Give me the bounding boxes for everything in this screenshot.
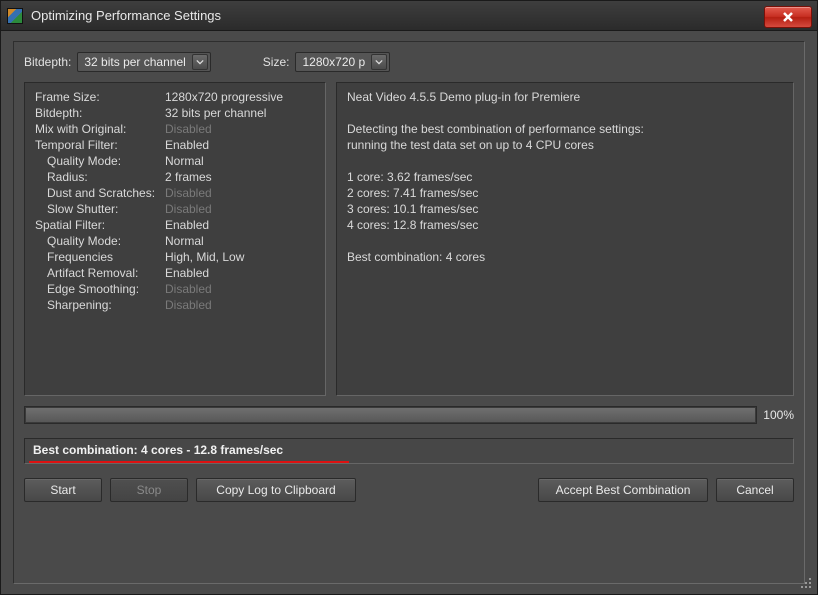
settings-value: Normal xyxy=(165,233,204,249)
chevron-down-icon xyxy=(192,54,208,70)
settings-key: Slow Shutter: xyxy=(35,201,165,217)
settings-row: Temporal Filter:Enabled xyxy=(35,137,315,153)
start-button[interactable]: Start xyxy=(24,478,102,502)
window-body: Bitdepth: 32 bits per channel Size: 1280… xyxy=(1,31,817,594)
log-line: running the test data set on up to 4 CPU… xyxy=(347,137,783,153)
settings-value: Disabled xyxy=(165,121,212,137)
button-row: Start Stop Copy Log to Clipboard Accept … xyxy=(24,478,794,502)
settings-row: Dust and Scratches:Disabled xyxy=(35,185,315,201)
settings-value: Enabled xyxy=(165,217,209,233)
settings-key: Dust and Scratches: xyxy=(35,185,165,201)
progress-row: 100% xyxy=(24,406,794,424)
window-title: Optimizing Performance Settings xyxy=(31,8,764,23)
main-frame: Bitdepth: 32 bits per channel Size: 1280… xyxy=(13,41,805,584)
settings-value: Disabled xyxy=(165,281,212,297)
settings-row: Slow Shutter:Disabled xyxy=(35,201,315,217)
bitdepth-dropdown[interactable]: 32 bits per channel xyxy=(77,52,210,72)
content-panels: Frame Size:1280x720 progressiveBitdepth:… xyxy=(24,82,794,396)
close-button[interactable] xyxy=(764,6,812,28)
settings-value: Disabled xyxy=(165,297,212,313)
settings-row: Quality Mode:Normal xyxy=(35,233,315,249)
size-label: Size: xyxy=(263,55,290,69)
bitdepth-label: Bitdepth: xyxy=(24,55,71,69)
close-icon xyxy=(782,11,794,23)
settings-key: Temporal Filter: xyxy=(35,137,165,153)
settings-row: Bitdepth:32 bits per channel xyxy=(35,105,315,121)
best-underline xyxy=(29,461,349,463)
settings-value: 32 bits per channel xyxy=(165,105,266,121)
bitdepth-value: 32 bits per channel xyxy=(84,55,185,69)
settings-key: Spatial Filter: xyxy=(35,217,165,233)
settings-value: Disabled xyxy=(165,201,212,217)
settings-row: Spatial Filter:Enabled xyxy=(35,217,315,233)
stop-button: Stop xyxy=(110,478,188,502)
settings-key: Artifact Removal: xyxy=(35,265,165,281)
settings-row: FrequenciesHigh, Mid, Low xyxy=(35,249,315,265)
settings-row: Artifact Removal:Enabled xyxy=(35,265,315,281)
size-dropdown[interactable]: 1280x720 p xyxy=(295,52,390,72)
settings-panel: Frame Size:1280x720 progressiveBitdepth:… xyxy=(24,82,326,396)
best-combination-row: Best combination: 4 cores - 12.8 frames/… xyxy=(24,438,794,464)
settings-key: Quality Mode: xyxy=(35,233,165,249)
settings-key: Quality Mode: xyxy=(35,153,165,169)
settings-row: Edge Smoothing:Disabled xyxy=(35,281,315,297)
log-line: Detecting the best combination of perfor… xyxy=(347,121,783,137)
settings-value: 1280x720 progressive xyxy=(165,89,283,105)
window: Optimizing Performance Settings Bitdepth… xyxy=(0,0,818,595)
log-line: Best combination: 4 cores xyxy=(347,249,783,265)
settings-row: Radius:2 frames xyxy=(35,169,315,185)
resize-grip[interactable] xyxy=(801,578,813,590)
log-line: 4 cores: 12.8 frames/sec xyxy=(347,217,783,233)
settings-row: Frame Size:1280x720 progressive xyxy=(35,89,315,105)
settings-value: Normal xyxy=(165,153,204,169)
size-value: 1280x720 p xyxy=(302,55,365,69)
progress-fill xyxy=(26,408,755,422)
settings-key: Bitdepth: xyxy=(35,105,165,121)
log-line xyxy=(347,153,783,169)
app-icon xyxy=(7,8,23,24)
cancel-button[interactable]: Cancel xyxy=(716,478,794,502)
best-combination-text: Best combination: 4 cores - 12.8 frames/… xyxy=(33,443,283,457)
log-line: Neat Video 4.5.5 Demo plug-in for Premie… xyxy=(347,89,783,105)
chevron-down-icon xyxy=(371,54,387,70)
accept-button[interactable]: Accept Best Combination xyxy=(538,478,708,502)
settings-row: Quality Mode:Normal xyxy=(35,153,315,169)
titlebar: Optimizing Performance Settings xyxy=(1,1,817,31)
settings-key: Frame Size: xyxy=(35,89,165,105)
settings-value: Enabled xyxy=(165,265,209,281)
log-panel: Neat Video 4.5.5 Demo plug-in for Premie… xyxy=(336,82,794,396)
settings-value: Disabled xyxy=(165,185,212,201)
progress-percent: 100% xyxy=(763,408,794,422)
log-line xyxy=(347,233,783,249)
log-line: 3 cores: 10.1 frames/sec xyxy=(347,201,783,217)
settings-key: Mix with Original: xyxy=(35,121,165,137)
settings-value: High, Mid, Low xyxy=(165,249,244,265)
log-line: 1 core: 3.62 frames/sec xyxy=(347,169,783,185)
settings-key: Frequencies xyxy=(35,249,165,265)
log-line: 2 cores: 7.41 frames/sec xyxy=(347,185,783,201)
top-controls: Bitdepth: 32 bits per channel Size: 1280… xyxy=(24,52,794,72)
copy-log-button[interactable]: Copy Log to Clipboard xyxy=(196,478,356,502)
progress-bar xyxy=(24,406,757,424)
log-line xyxy=(347,105,783,121)
settings-row: Sharpening:Disabled xyxy=(35,297,315,313)
settings-value: Enabled xyxy=(165,137,209,153)
settings-row: Mix with Original:Disabled xyxy=(35,121,315,137)
settings-key: Sharpening: xyxy=(35,297,165,313)
settings-key: Radius: xyxy=(35,169,165,185)
settings-key: Edge Smoothing: xyxy=(35,281,165,297)
settings-value: 2 frames xyxy=(165,169,212,185)
